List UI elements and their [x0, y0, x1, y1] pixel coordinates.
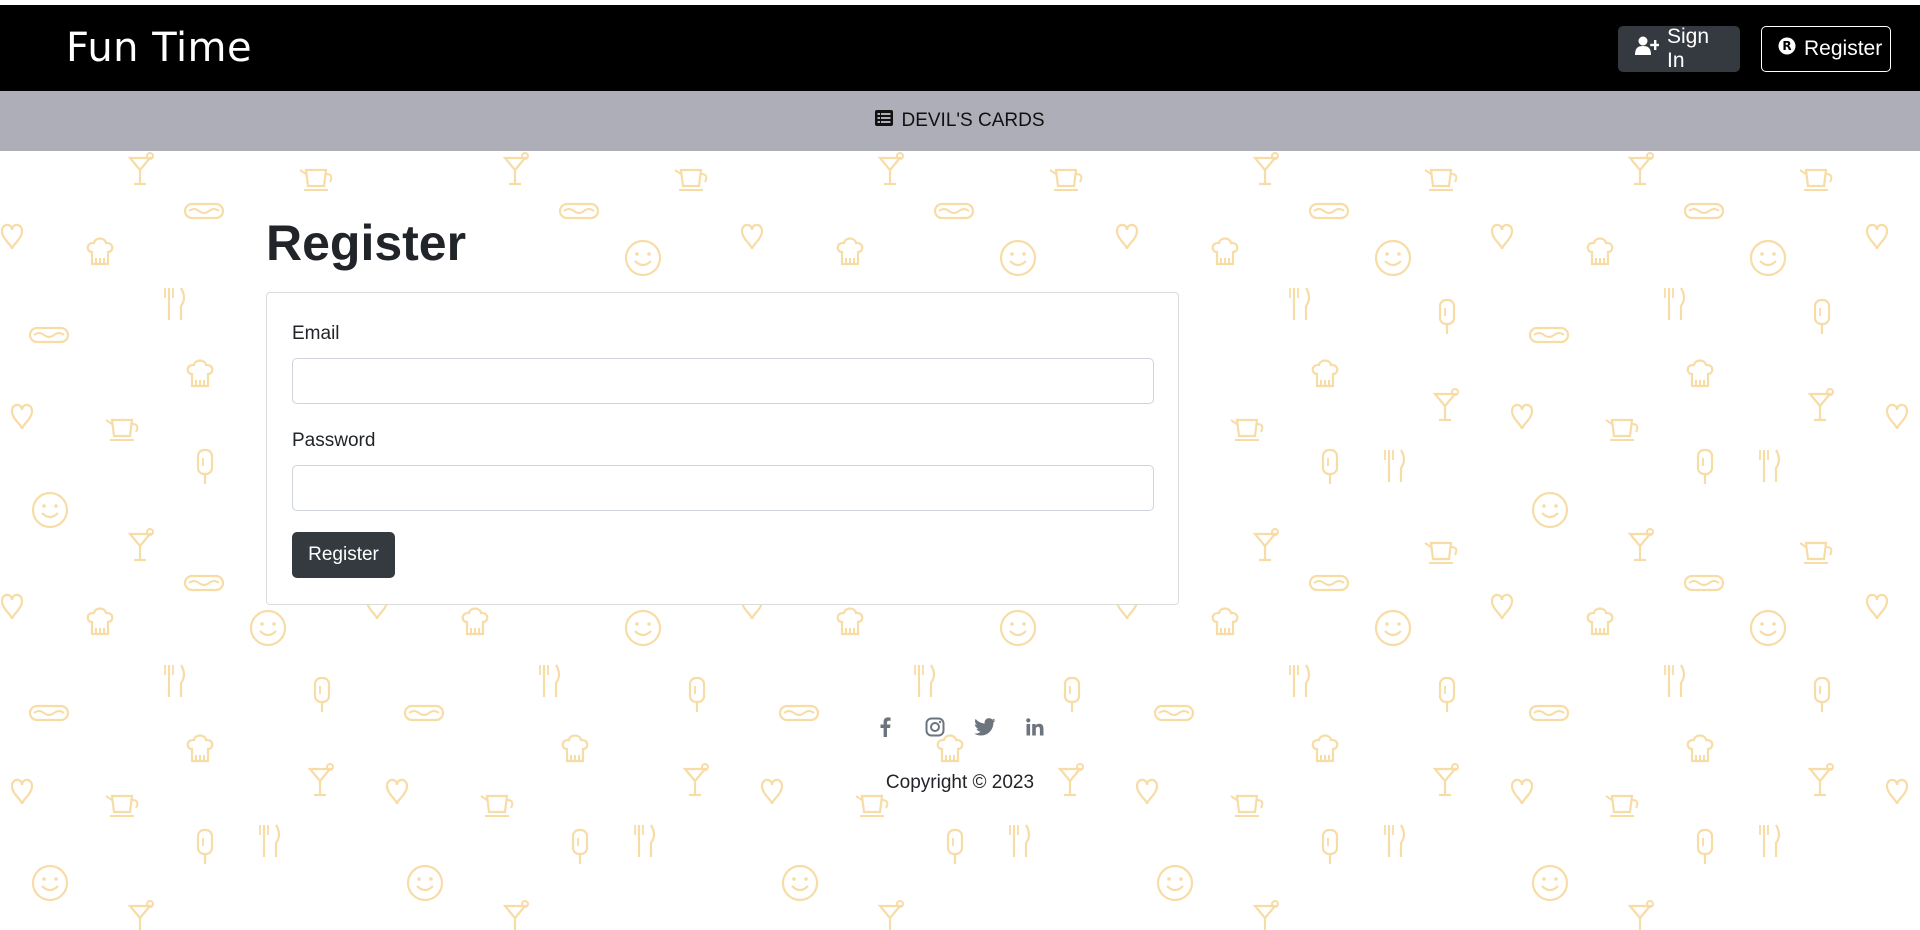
sub-navbar[interactable]: DEVIL'S CARDS — [0, 91, 1920, 151]
password-field[interactable] — [292, 465, 1154, 511]
page-title: Register — [266, 215, 467, 271]
email-label: Email — [292, 323, 340, 344]
register-nav-button[interactable]: R Register — [1761, 26, 1891, 72]
brand-logo[interactable]: Fun Time — [66, 25, 252, 71]
top-navbar: Fun Time Sign In R Register — [0, 5, 1920, 91]
list-icon — [875, 110, 894, 132]
instagram-icon[interactable] — [922, 714, 948, 740]
register-submit-button[interactable]: Register — [292, 532, 395, 578]
svg-text:R: R — [1782, 39, 1791, 53]
twitter-icon[interactable] — [972, 714, 998, 740]
register-nav-label: Register — [1804, 37, 1883, 60]
register-form-card: Email Password Register — [266, 292, 1179, 605]
facebook-icon[interactable] — [872, 714, 898, 740]
user-plus-icon — [1635, 36, 1661, 62]
copyright-text: Copyright © 2023 — [885, 772, 1035, 793]
sign-in-button[interactable]: Sign In — [1618, 25, 1740, 72]
email-field[interactable] — [292, 358, 1154, 404]
social-links — [0, 714, 1920, 740]
registered-icon: R — [1778, 37, 1796, 61]
devils-cards-link[interactable]: DEVIL'S CARDS — [901, 110, 1044, 132]
sign-in-label: Sign In — [1667, 25, 1710, 72]
linkedin-icon[interactable] — [1022, 714, 1048, 740]
password-label: Password — [292, 430, 376, 451]
